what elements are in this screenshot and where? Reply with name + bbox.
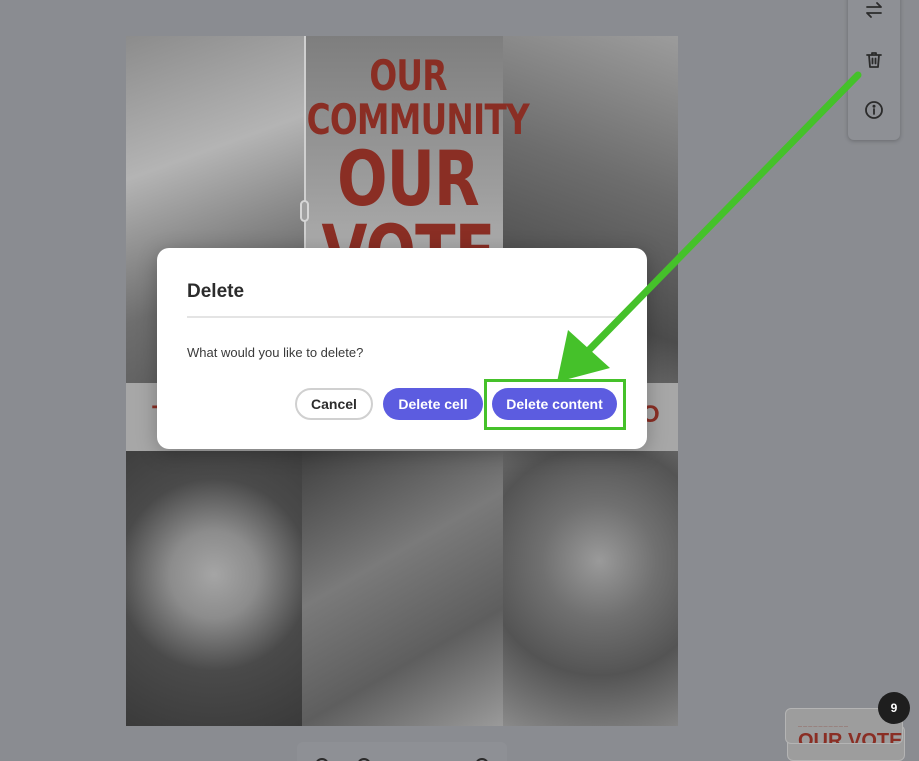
swap-icon[interactable] xyxy=(861,0,887,23)
cell-toolbar xyxy=(848,0,900,140)
trash-icon[interactable] xyxy=(861,47,887,73)
dialog-message: What would you like to delete? xyxy=(187,345,364,360)
cancel-button[interactable]: Cancel xyxy=(295,388,373,420)
thumbnail-title: OUR VOTE xyxy=(798,730,903,744)
annotation-highlight-box xyxy=(484,379,626,430)
page-count-badge[interactable]: 9 xyxy=(878,692,910,724)
zoom-controls-bar xyxy=(297,742,507,761)
dialog-title: Delete xyxy=(187,281,245,302)
dialog-divider xyxy=(187,316,617,318)
photo-cell-smiling-man[interactable] xyxy=(503,451,678,726)
delete-cell-button[interactable]: Delete cell xyxy=(383,388,483,420)
poster-title-line1: OUR COMMUNITY xyxy=(306,51,530,144)
photo-cell-woman-hijab[interactable] xyxy=(126,451,302,726)
thumbnail-small-text: — — — — — — — — — — xyxy=(798,723,849,728)
info-icon[interactable] xyxy=(861,97,887,123)
photo-cell-embracing-couple[interactable] xyxy=(302,451,503,726)
